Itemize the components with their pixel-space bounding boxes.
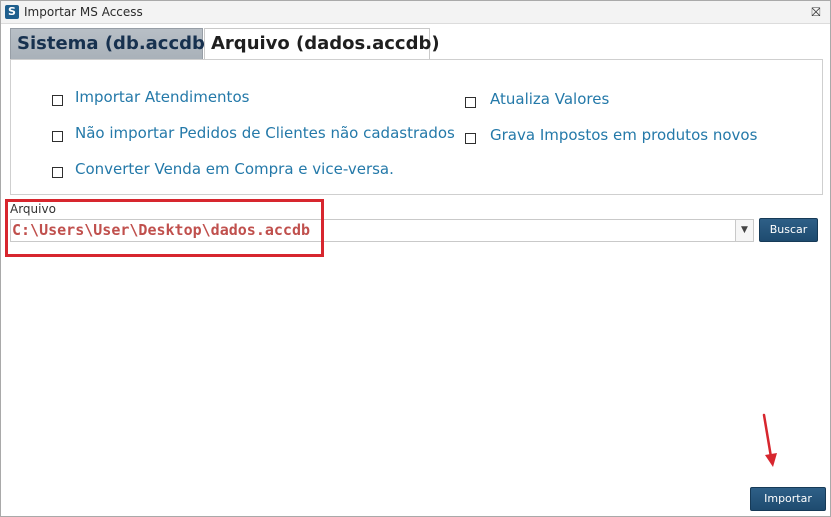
window-title: Importar MS Access (24, 5, 143, 19)
chevron-down-icon[interactable]: ▼ (735, 220, 753, 241)
close-icon[interactable]: ⛝ (808, 4, 824, 20)
tab-arquivo[interactable]: Arquivo (dados.accdb) (204, 28, 440, 59)
option-label: Converter Venda em Compra e vice-versa. (75, 160, 394, 178)
app-logo-icon: S (5, 5, 19, 19)
title-bar: S Importar MS Access ⛝ (1, 1, 830, 24)
annotation-highlight-box (5, 199, 324, 257)
annotation-arrow-icon (762, 413, 777, 467)
buscar-button[interactable]: Buscar (759, 218, 818, 242)
importar-atendimentos-checkbox[interactable] (52, 95, 63, 106)
grava-impostos-checkbox[interactable] (465, 133, 476, 144)
tab-sistema[interactable]: Sistema (db.accdb) (10, 28, 213, 59)
options-panel: Importar Atendimentos Não importar Pedid… (10, 59, 823, 195)
converter-venda-checkbox[interactable] (52, 167, 63, 178)
option-label: Importar Atendimentos (75, 88, 250, 106)
importar-button[interactable]: Importar (750, 487, 826, 511)
nao-importar-pedidos-checkbox[interactable] (52, 131, 63, 142)
option-label: Grava Impostos em produtos novos (490, 126, 758, 144)
atualiza-valores-checkbox[interactable] (465, 97, 476, 108)
option-label: Não importar Pedidos de Clientes não cad… (75, 124, 455, 142)
option-label: Atualiza Valores (490, 90, 610, 108)
import-dialog: S Importar MS Access ⛝ Sistema (db.accdb… (0, 0, 831, 517)
